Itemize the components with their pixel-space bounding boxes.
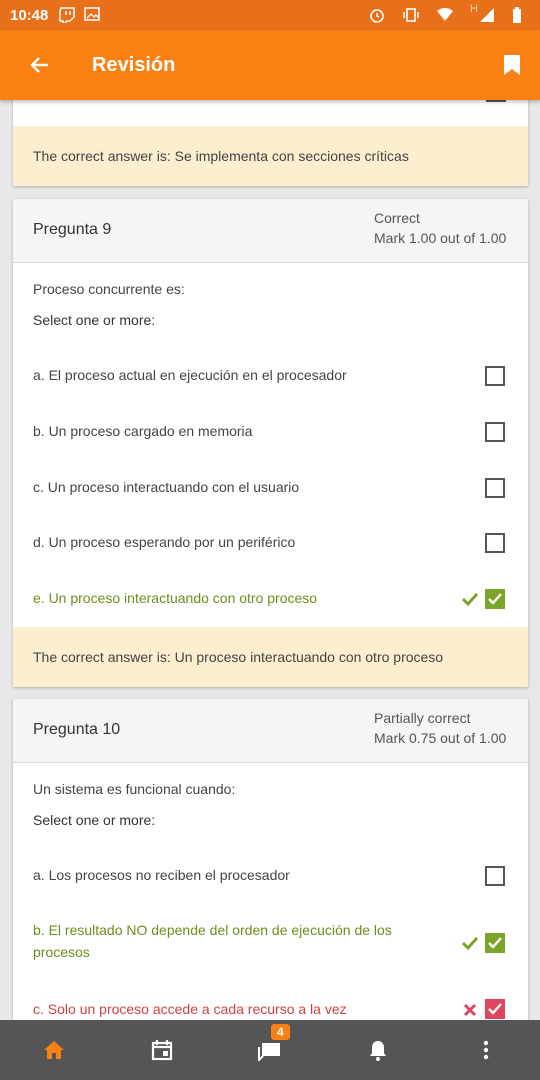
check-mark-icon [461,590,479,608]
answer-checkbox-e[interactable] [485,589,505,609]
question-grade: Mark 0.75 out of 1.00 [374,730,507,746]
answer-option-a[interactable]: a. Los procesos no reciben el procesador [33,864,508,886]
status-time: 10:48 [10,6,49,24]
more-icon [483,1040,489,1060]
answer-prompt: Select one or more: [33,312,156,328]
review-content[interactable]: The correct answer is: Se implementa con… [0,100,540,1020]
nav-calendar[interactable] [132,1020,192,1080]
prev-answer-checkbox[interactable] [486,100,506,102]
question-number: Pregunta 9 [33,221,112,238]
alarm-icon [368,7,386,23]
question-card-9: Pregunta 9 Correct Mark 1.00 out of 1.00… [13,199,528,687]
answer-prompt: Select one or more: [33,812,156,828]
check-mark-icon [461,934,479,952]
question-grade: Mark 1.00 out of 1.00 [374,230,507,246]
answer-checkbox-a[interactable] [485,866,505,886]
messages-icon [258,1043,280,1061]
correct-answer-feedback: The correct answer is: Un proceso intera… [13,627,528,687]
twitch-icon [58,7,76,23]
question-header: Pregunta 9 Correct Mark 1.00 out of 1.00 [13,199,528,263]
answer-label: d. Un proceso esperando por un periféric… [33,534,296,550]
nav-home[interactable] [24,1020,84,1080]
question-number: Pregunta 10 [33,721,121,738]
answer-option-c[interactable]: c. Un proceso interactuando con el usuar… [33,476,508,498]
cross-mark-icon [461,1001,479,1019]
home-icon [44,1041,64,1059]
answer-checkbox-a[interactable] [485,366,505,386]
answer-label: a. Los procesos no reciben el procesador [33,867,290,883]
answer-label: c. Un proceso interactuando con el usuar… [33,479,300,495]
answer-label: a. El proceso actual en ejecución en el … [33,367,347,383]
question-state: Correct [374,210,420,226]
bottom-navigation: 4 [0,1020,540,1080]
question-card-prev: The correct answer is: Se implementa con… [13,100,528,186]
calendar-icon [151,1040,173,1061]
network-label: H [470,3,478,15]
bookmark-icon [504,55,520,75]
answer-option-b[interactable]: b. El resultado NO depende del orden de … [33,919,508,963]
answer-checkbox-b[interactable] [485,933,505,953]
nav-more[interactable] [456,1020,516,1080]
arrow-left-icon [30,57,48,73]
answer-checkbox-c[interactable] [485,478,505,498]
answer-option-e[interactable]: e. Un proceso interactuando con otro pro… [33,587,508,609]
vibrate-icon [402,7,420,23]
nav-messages[interactable]: 4 [240,1020,300,1080]
bookmark-button[interactable] [484,30,540,100]
question-card-10: Pregunta 10 Partially correct Mark 0.75 … [13,699,528,1020]
answer-label: e. Un proceso interactuando con otro pro… [33,590,318,606]
messages-badge: 4 [271,1024,290,1040]
correct-answer-feedback: The correct answer is: Se implementa con… [13,126,528,186]
image-icon [84,7,102,23]
answer-label: b. El resultado NO depende del orden de … [33,922,392,960]
app-bar: Revisión [0,30,540,100]
answer-option-b[interactable]: b. Un proceso cargado en memoria [33,420,508,442]
answer-option-c[interactable]: c. Solo un proceso accede a cada recurso… [33,998,508,1020]
notifications-icon [370,1041,386,1061]
status-bar: 10:48 H [0,0,540,30]
answer-label: b. Un proceso cargado en memoria [33,423,253,439]
answer-option-d[interactable]: d. Un proceso esperando por un periféric… [33,531,508,553]
back-button[interactable] [0,30,80,100]
answer-checkbox-b[interactable] [485,422,505,442]
page-title: Revisión [92,53,176,76]
nav-notifications[interactable] [348,1020,408,1080]
answer-option-a[interactable]: a. El proceso actual en ejecución en el … [33,364,508,386]
signal-icon: H [470,3,496,23]
wifi-icon [436,7,454,23]
question-text: Un sistema es funcional cuando: [33,781,236,797]
question-state: Partially correct [374,710,471,726]
battery-icon [512,7,522,23]
question-header: Pregunta 10 Partially correct Mark 0.75 … [13,699,528,763]
answer-label: c. Solo un proceso accede a cada recurso… [33,1001,347,1017]
answer-checkbox-d[interactable] [485,533,505,553]
question-text: Proceso concurrente es: [33,281,185,297]
answer-checkbox-c[interactable] [485,999,505,1019]
